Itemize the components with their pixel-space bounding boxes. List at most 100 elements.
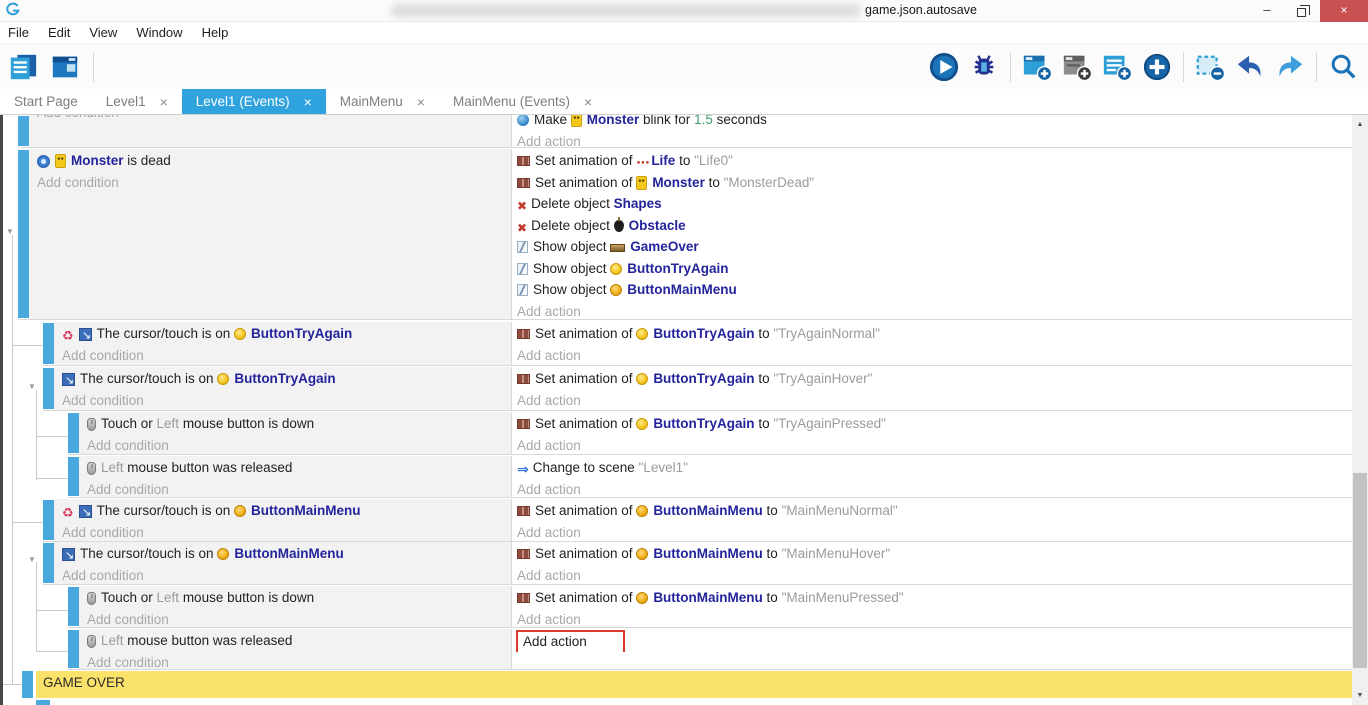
add-action-link[interactable]: Add action: [512, 479, 1352, 498]
actions-cell[interactable]: Make Monster blink for 1.5 secondsAdd ac…: [512, 115, 1352, 147]
condition-item[interactable]: The cursor/touch is on ButtonTryAgain: [54, 368, 511, 390]
event-selection-bar[interactable]: [68, 587, 79, 626]
actions-cell[interactable]: Set animation of ButtonMainMenu to "Main…: [512, 586, 1352, 627]
event-selection-bar[interactable]: [43, 500, 54, 540]
action-item[interactable]: Make Monster blink for 1.5 seconds: [512, 115, 1352, 131]
add-condition-link[interactable]: Add condition: [54, 565, 511, 585]
conditions-cell[interactable]: Monster is deadAdd condition: [29, 149, 511, 319]
actions-cell[interactable]: Set animation of Life to "Life0"Set anim…: [512, 149, 1352, 319]
minimize-button[interactable]: –: [1250, 0, 1284, 22]
actions-cell[interactable]: Set animation of ButtonTryAgain to "TryA…: [512, 367, 1352, 410]
event-selection-bar[interactable]: [18, 150, 29, 318]
event-selection-bar[interactable]: [68, 630, 79, 668]
add-other-event-button[interactable]: [1140, 50, 1174, 84]
tab-close-icon[interactable]: ×: [417, 94, 425, 110]
add-sub-event-button[interactable]: [1060, 50, 1094, 84]
add-condition-link[interactable]: Add condition: [54, 345, 511, 366]
conditions-cell[interactable]: The cursor/touch is on ButtonMainMenuAdd…: [54, 542, 511, 584]
event-selection-bar[interactable]: [18, 116, 29, 146]
add-condition-link[interactable]: Add condition: [79, 652, 511, 670]
condition-item[interactable]: Monster is dead: [29, 150, 511, 172]
condition-item[interactable]: Touch or Left mouse button is down: [79, 413, 511, 435]
action-item[interactable]: Set animation of Monster to "MonsterDead…: [512, 172, 1352, 194]
add-action-highlight-box[interactable]: Add action: [516, 630, 625, 652]
actions-cell[interactable]: Set animation of ButtonTryAgain to "TryA…: [512, 322, 1352, 365]
add-action-link[interactable]: Add action: [512, 301, 1352, 320]
add-action-link[interactable]: Add action: [512, 522, 1352, 542]
action-item[interactable]: Delete object Shapes: [512, 193, 1352, 215]
action-item[interactable]: Set animation of Life to "Life0": [512, 150, 1352, 172]
add-condition-link[interactable]: Add condition: [29, 115, 511, 124]
tab-close-icon[interactable]: ×: [304, 94, 312, 110]
scene-editor-button[interactable]: [48, 50, 82, 84]
event-selection-bar[interactable]: [43, 323, 54, 364]
action-item[interactable]: Show object ButtonTryAgain: [512, 258, 1352, 280]
add-action-link[interactable]: Add action: [512, 630, 1352, 652]
condition-item[interactable]: The cursor/touch is on ButtonTryAgain: [54, 323, 511, 345]
conditions-cell[interactable]: Touch or Left mouse button is downAdd co…: [79, 586, 511, 627]
add-action-link[interactable]: Add action: [512, 565, 1352, 585]
menu-edit[interactable]: Edit: [48, 25, 70, 40]
event-selection-bar[interactable]: [43, 543, 54, 583]
action-item[interactable]: Set animation of ButtonTryAgain to "TryA…: [512, 413, 1352, 435]
collapse-arrow-icon[interactable]: ▼: [28, 383, 36, 391]
condition-item[interactable]: Touch or Left mouse button is down: [79, 587, 511, 609]
conditions-cell[interactable]: The cursor/touch is on ButtonTryAgainAdd…: [54, 322, 511, 365]
project-manager-button[interactable]: [6, 50, 40, 84]
conditions-cell[interactable]: Touch or Left mouse button is downAdd co…: [79, 412, 511, 454]
restore-button[interactable]: [1284, 0, 1318, 22]
undo-button[interactable]: [1233, 50, 1267, 84]
add-action-link[interactable]: Add action: [512, 435, 1352, 455]
add-condition-link[interactable]: Add condition: [79, 435, 511, 455]
redo-button[interactable]: [1273, 50, 1307, 84]
menu-view[interactable]: View: [89, 25, 117, 40]
tab-close-icon[interactable]: ×: [584, 94, 592, 110]
event-selection-bar[interactable]: [68, 413, 79, 453]
add-action-link[interactable]: Add action: [512, 390, 1352, 411]
condition-item[interactable]: The cursor/touch is on ButtonMainMenu: [54, 543, 511, 565]
action-item[interactable]: Set animation of ButtonMainMenu to "Main…: [512, 500, 1352, 522]
conditions-cell[interactable]: Left mouse button was releasedAdd condit…: [79, 456, 511, 497]
condition-item[interactable]: Left mouse button was released: [79, 630, 511, 652]
scrollbar-thumb[interactable]: [1353, 473, 1367, 668]
add-action-link[interactable]: Add action: [512, 131, 1352, 148]
collapse-arrow-icon[interactable]: ▼: [6, 228, 14, 236]
action-item[interactable]: Set animation of ButtonMainMenu to "Main…: [512, 543, 1352, 565]
tab-close-icon[interactable]: ×: [160, 94, 168, 110]
add-condition-link[interactable]: Add condition: [79, 609, 511, 628]
action-item[interactable]: Set animation of ButtonTryAgain to "TryA…: [512, 368, 1352, 390]
collapse-arrow-icon[interactable]: ▼: [28, 556, 36, 564]
add-event-button[interactable]: [1020, 50, 1054, 84]
actions-cell[interactable]: Set animation of ButtonMainMenu to "Main…: [512, 499, 1352, 541]
action-item[interactable]: Change to scene "Level1": [512, 457, 1352, 479]
action-item[interactable]: Set animation of ButtonMainMenu to "Main…: [512, 587, 1352, 609]
play-button[interactable]: [927, 50, 961, 84]
event-selection-bar[interactable]: [68, 457, 79, 496]
comment-row[interactable]: GAME OVER: [36, 671, 1352, 698]
tab-mainmenu-events[interactable]: MainMenu (Events)×: [439, 89, 606, 114]
add-action-link[interactable]: Add action: [512, 609, 1352, 628]
menu-file[interactable]: File: [8, 25, 29, 40]
action-item[interactable]: Show object ButtonMainMenu: [512, 279, 1352, 301]
actions-cell[interactable]: Add action: [512, 629, 1352, 669]
debug-button[interactable]: [967, 50, 1001, 84]
add-condition-link[interactable]: Add condition: [54, 522, 511, 542]
action-item[interactable]: Delete object Obstacle: [512, 215, 1352, 237]
conditions-cell[interactable]: Left mouse button was releasedAdd condit…: [79, 629, 511, 669]
close-button[interactable]: ×: [1320, 0, 1368, 22]
add-comment-button[interactable]: [1100, 50, 1134, 84]
add-condition-link[interactable]: Add condition: [29, 172, 511, 194]
event-selection-bar[interactable]: [43, 368, 54, 409]
conditions-cell[interactable]: The cursor/touch is on ButtonMainMenuAdd…: [54, 499, 511, 541]
actions-cell[interactable]: Set animation of ButtonMainMenu to "Main…: [512, 542, 1352, 584]
conditions-cell[interactable]: Add condition: [29, 115, 511, 147]
search-button[interactable]: [1326, 50, 1360, 84]
scroll-down-icon[interactable]: ▼: [1352, 692, 1368, 699]
tab-mainmenu[interactable]: MainMenu×: [326, 89, 439, 114]
condition-item[interactable]: The cursor/touch is on ButtonMainMenu: [54, 500, 511, 522]
menu-help[interactable]: Help: [202, 25, 229, 40]
tab-level1[interactable]: Level1×: [92, 89, 182, 114]
vertical-scrollbar[interactable]: ▲ ▼: [1352, 115, 1368, 705]
tab-level1-events[interactable]: Level1 (Events)×: [182, 89, 326, 114]
add-action-link[interactable]: Add action: [512, 345, 1352, 366]
